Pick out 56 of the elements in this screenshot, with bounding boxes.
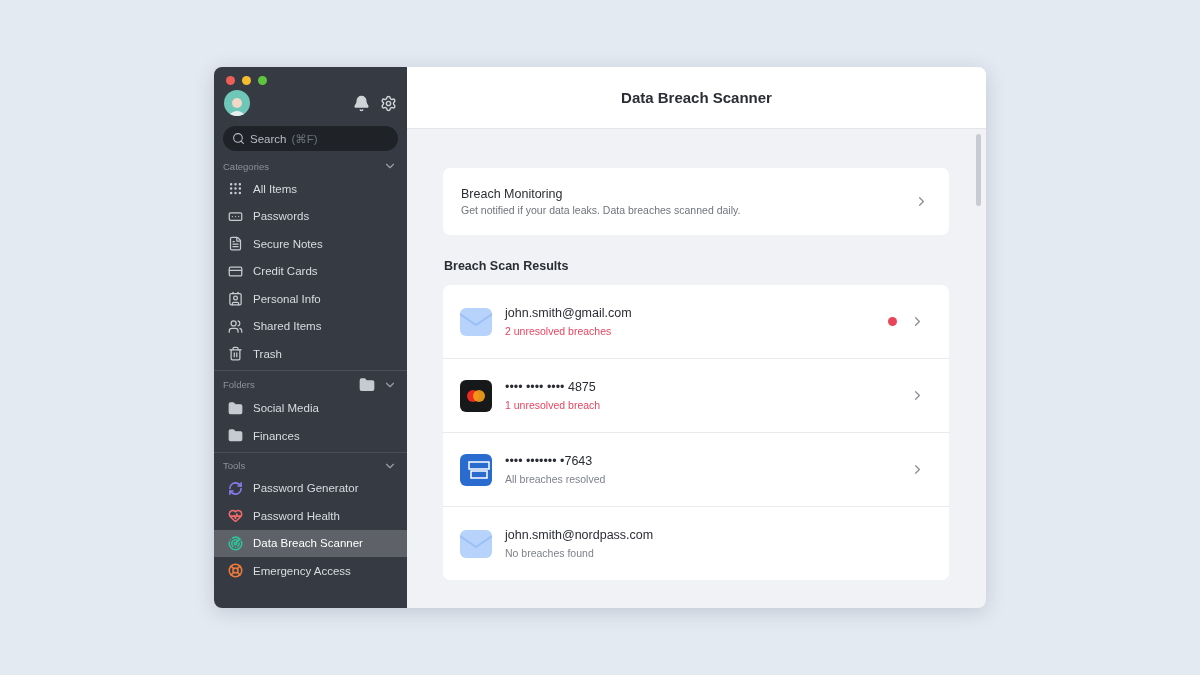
scrollbar[interactable] (976, 134, 981, 206)
result-title: john.smith@nordpass.com (505, 528, 655, 542)
heart-pulse-icon (228, 508, 243, 524)
page-title: Data Breach Scanner (621, 89, 772, 106)
trash-icon (228, 346, 243, 362)
result-row[interactable]: john.smith@nordpass.com No breaches found (443, 507, 949, 580)
search-field[interactable]: Search (⌘F) (223, 126, 398, 151)
result-status: 2 unresolved breaches (505, 325, 613, 337)
result-title: •••• ••••••• •7643 (505, 454, 594, 468)
bell-icon[interactable] (353, 94, 370, 112)
lifebuoy-icon (228, 563, 243, 579)
search-icon (232, 132, 245, 145)
people-icon (228, 318, 243, 334)
folder-icon (228, 428, 243, 444)
card-title: Breach Monitoring (461, 187, 564, 201)
result-row[interactable]: john.smith@gmail.com 2 unresolved breaches (443, 285, 949, 359)
card-description: Get notified if your data leaks. Data breaches scanned daily. (461, 204, 742, 216)
sidebar-item[interactable]: Password Health (214, 502, 407, 530)
sidebar-item[interactable]: Shared Items (214, 312, 407, 340)
sidebar-item[interactable]: All Items (214, 175, 407, 203)
avatar[interactable] (224, 90, 250, 116)
result-row[interactable]: •••• ••••••• •7643 All breaches resolved (443, 433, 949, 507)
monitoring-card[interactable]: Breach Monitoring Get notified if your data leaks. Data breaches scanned daily. (443, 168, 949, 235)
sidebar-item[interactable]: Emergency Access (214, 557, 407, 585)
sidebar-item[interactable]: Personal Info (214, 285, 407, 313)
sidebar-item[interactable]: Social Media (214, 394, 407, 422)
section-heading: Breach Scan Results (444, 259, 570, 273)
card-logo-icon (460, 453, 492, 486)
result-status: 1 unresolved breach (505, 399, 602, 411)
settings-icon[interactable] (380, 94, 397, 112)
folder-icon (228, 400, 243, 416)
sidebar-item[interactable]: Passwords (214, 202, 407, 230)
credit-card-icon (228, 263, 243, 279)
refresh-icon (228, 480, 243, 496)
card-logo-icon (460, 379, 492, 412)
result-status: All breaches resolved (505, 473, 607, 485)
section-title: Folders (223, 379, 255, 390)
radar-icon (228, 535, 243, 551)
sidebar-item[interactable]: Password Generator (214, 474, 407, 502)
sidebar-item[interactable]: Trash (214, 340, 407, 368)
sidebar-item[interactable]: Secure Notes (214, 230, 407, 258)
result-title: •••• •••• •••• 4875 (505, 380, 597, 394)
result-row[interactable]: •••• •••• •••• 4875 1 unresolved breach (443, 359, 949, 433)
document-icon (228, 236, 243, 252)
section-title: Tools (223, 460, 246, 471)
sidebar-item[interactable]: Finances (214, 422, 407, 450)
add-folder-icon[interactable] (359, 376, 375, 393)
contact-card-icon (228, 291, 243, 307)
envelope-icon (460, 527, 492, 560)
sidebar-item[interactable]: Data Breach Scanner (214, 529, 407, 557)
grid-icon (228, 181, 243, 197)
sidebar-item[interactable]: Credit Cards (214, 257, 407, 285)
result-title: john.smith@gmail.com (505, 306, 633, 320)
envelope-icon (460, 305, 492, 338)
result-status: No breaches found (505, 547, 595, 559)
section-title: Categories (223, 160, 269, 172)
